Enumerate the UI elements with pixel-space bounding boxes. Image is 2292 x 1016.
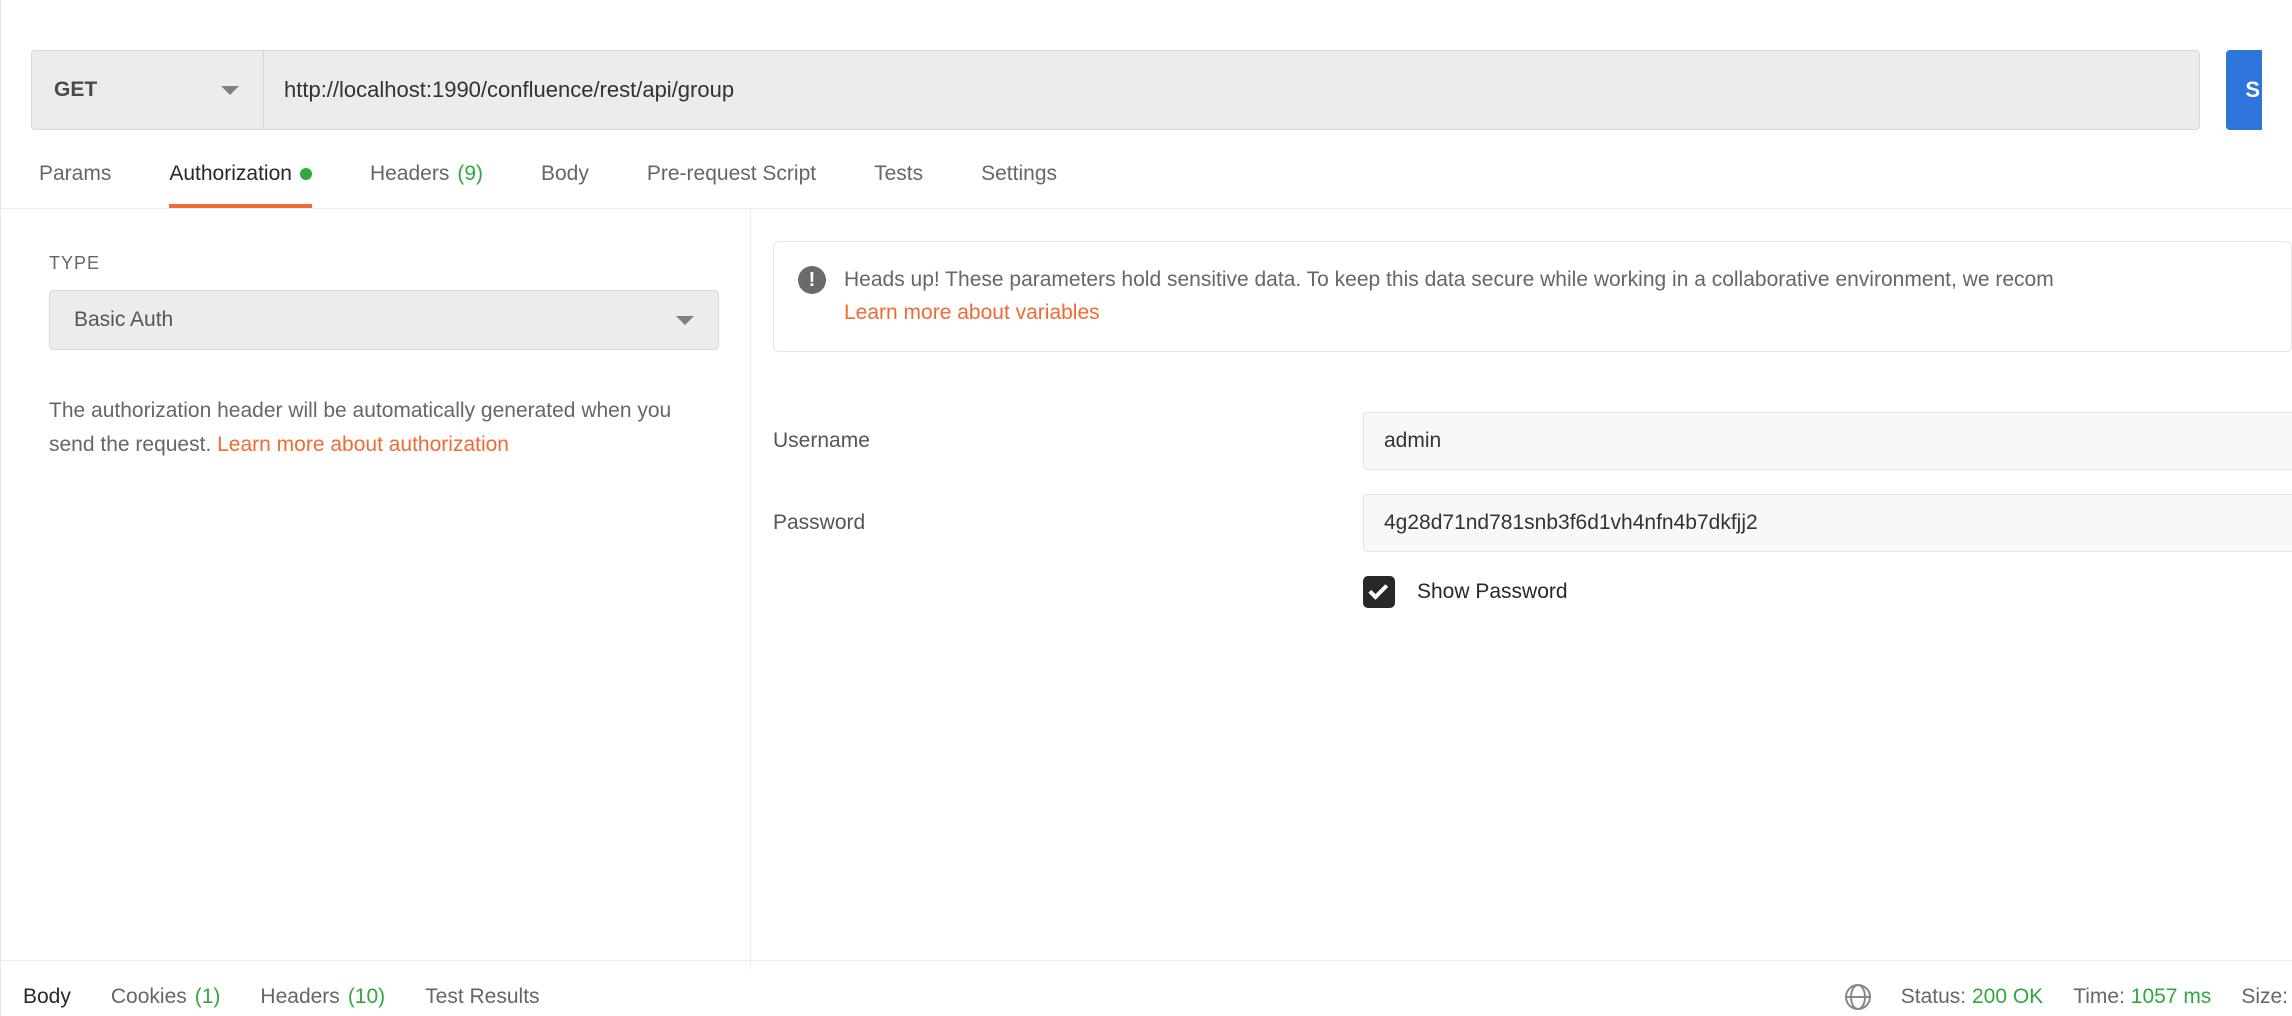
http-method-value: GET <box>54 78 97 102</box>
tab-body[interactable]: Body <box>541 162 589 208</box>
username-label: Username <box>773 429 1363 453</box>
time-value: 1057 ms <box>2131 985 2212 1008</box>
auth-type-select[interactable]: Basic Auth <box>49 290 719 350</box>
tab-params[interactable]: Params <box>39 162 111 208</box>
response-tab-body[interactable]: Body <box>23 985 71 1009</box>
authorization-panel: TYPE Basic Auth The authorization header… <box>1 209 2292 969</box>
tab-headers[interactable]: Headers (9) <box>370 162 483 208</box>
status-value: 200 OK <box>1972 985 2043 1008</box>
tab-tests[interactable]: Tests <box>874 162 923 208</box>
auth-description: The authorization header will be automat… <box>49 394 706 461</box>
globe-icon[interactable] <box>1845 984 1871 1010</box>
response-tabs: Body Cookies (1) Headers (10) Test Resul… <box>23 985 540 1009</box>
status-dot-icon <box>300 168 312 180</box>
chevron-down-icon <box>221 86 239 95</box>
chevron-down-icon <box>676 316 694 325</box>
auth-type-value: Basic Auth <box>74 308 173 332</box>
request-tabs: Params Authorization Headers (9) Body Pr… <box>1 140 2292 209</box>
headers-count: (9) <box>457 162 483 186</box>
send-button[interactable]: S <box>2226 50 2262 130</box>
request-url-input[interactable] <box>263 50 2200 130</box>
password-label: Password <box>773 511 1363 535</box>
show-password-checkbox[interactable] <box>1363 576 1395 608</box>
learn-authorization-link[interactable]: Learn more about authorization <box>217 433 509 456</box>
http-method-select[interactable]: GET <box>31 50 263 130</box>
response-tab-test-results[interactable]: Test Results <box>425 985 539 1009</box>
learn-variables-link[interactable]: Learn more about variables <box>844 301 1100 324</box>
auth-type-label: TYPE <box>49 253 706 274</box>
show-password-row: Show Password <box>1363 576 2292 608</box>
username-input[interactable] <box>1363 412 2292 470</box>
username-row: Username <box>773 412 2292 470</box>
show-password-label: Show Password <box>1417 580 1568 604</box>
request-bar: GET S <box>1 0 2292 140</box>
password-row: Password <box>773 494 2292 552</box>
response-tab-cookies[interactable]: Cookies (1) <box>111 985 221 1009</box>
response-bar: Body Cookies (1) Headers (10) Test Resul… <box>1 960 2292 1016</box>
sensitive-data-notice: ! Heads up! These parameters hold sensit… <box>773 241 2292 352</box>
tab-prerequest-script[interactable]: Pre-request Script <box>647 162 816 208</box>
tab-settings[interactable]: Settings <box>981 162 1057 208</box>
auth-right-pane: ! Heads up! These parameters hold sensit… <box>751 209 2292 969</box>
tab-authorization[interactable]: Authorization <box>169 162 312 208</box>
size-label: Size: <box>2241 985 2288 1009</box>
password-input[interactable] <box>1363 494 2292 552</box>
response-tab-headers[interactable]: Headers (10) <box>260 985 385 1009</box>
auth-left-pane: TYPE Basic Auth The authorization header… <box>1 209 751 969</box>
info-icon: ! <box>798 266 826 294</box>
response-headers-count: (10) <box>348 985 385 1009</box>
response-meta: Status: 200 OK Time: 1057 ms Size: <box>1845 984 2288 1010</box>
check-icon <box>1368 580 1388 600</box>
cookies-count: (1) <box>195 985 221 1009</box>
